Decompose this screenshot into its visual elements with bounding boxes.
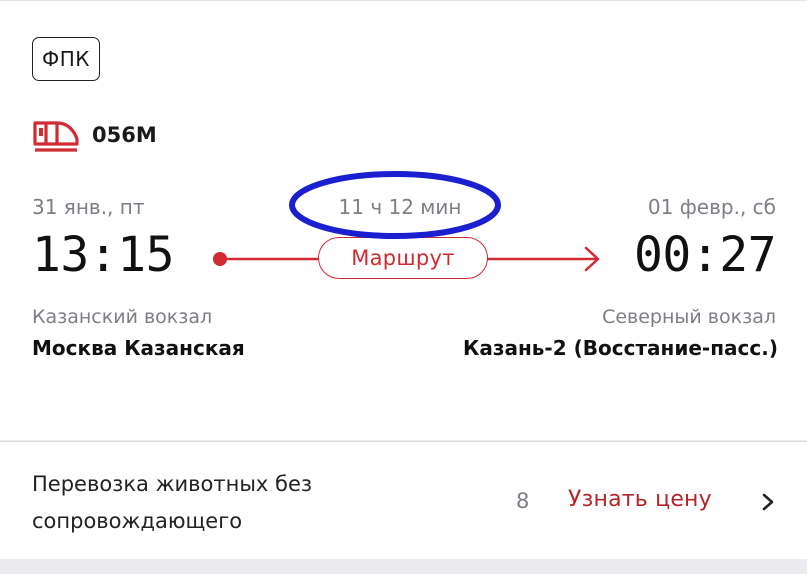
train-icon [33, 121, 79, 152]
train-number: 056М [92, 123, 157, 147]
arrival-date: 01 февр., сб [647, 195, 776, 219]
carrier-badge: ФПК [32, 37, 100, 81]
departure-time: 13:15 [32, 227, 175, 283]
train-row: 056М [32, 117, 157, 153]
chevron-right-icon[interactable] [760, 490, 776, 514]
service-count: 8 [516, 489, 530, 513]
service-row[interactable]: Перевозка животных без сопровождающего 8… [0, 441, 807, 559]
service-name: Перевозка животных без сопровождающего [32, 472, 313, 533]
arrival-time: 00:27 [634, 227, 777, 283]
train-card: ФПК 056М 31 янв., пт 11 ч 12 мин 01 февр… [0, 0, 807, 440]
departure-city: Москва Казанская [32, 336, 245, 360]
route-button[interactable]: Маршрут [318, 237, 488, 279]
departure-date: 31 янв., пт [32, 195, 145, 219]
price-link[interactable]: Узнать цену [568, 487, 712, 512]
arrival-station: Северный вокзал [602, 306, 776, 328]
departure-station: Казанский вокзал [32, 306, 213, 328]
arrival-city: Казань-2 (Восстание-пасс.) [463, 336, 778, 360]
trip-duration: 11 ч 12 мин [338, 195, 462, 219]
